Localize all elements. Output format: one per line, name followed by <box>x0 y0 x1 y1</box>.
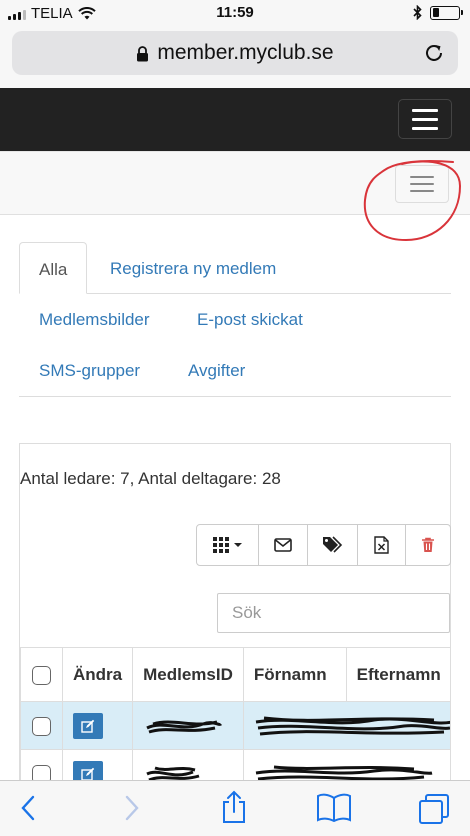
members-table-container[interactable]: Ändra MedlemsID Förnamn Efternamn <box>20 647 450 787</box>
search-input[interactable] <box>217 593 450 633</box>
tab-sms[interactable]: SMS-grupper <box>39 361 140 381</box>
select-all-header <box>20 647 63 702</box>
top-navbar <box>0 88 470 151</box>
delete-button[interactable] <box>406 525 450 565</box>
member-tabs: Alla Registrera ny medlem Medlemsbilder … <box>19 242 451 397</box>
action-toolbar <box>196 524 451 566</box>
columns-icon <box>212 537 242 553</box>
row-select-cell <box>20 701 63 750</box>
back-icon[interactable] <box>18 794 38 822</box>
excel-export-button[interactable] <box>358 525 406 565</box>
tags-icon <box>322 536 342 553</box>
excel-icon <box>374 536 389 554</box>
share-icon[interactable] <box>220 790 248 824</box>
header-andra[interactable]: Ändra <box>61 647 134 702</box>
edit-icon <box>81 767 95 781</box>
status-bar: TELIA 11:59 <box>0 0 470 26</box>
email-button[interactable] <box>259 525 308 565</box>
tags-button[interactable] <box>308 525 358 565</box>
main-menu-toggle[interactable] <box>398 99 452 139</box>
member-counts: Antal ledare: 7, Antal deltagare: 28 <box>20 469 281 488</box>
tab-avgifter[interactable]: Avgifter <box>188 361 245 381</box>
browser-toolbar-bottom <box>0 780 470 836</box>
columns-dropdown-button[interactable] <box>197 525 259 565</box>
table-row[interactable] <box>20 701 450 750</box>
tab-registrera[interactable]: Registrera ny medlem <box>110 259 276 279</box>
tab-alla[interactable]: Alla <box>19 242 88 294</box>
browser-chrome-top: member.myclub.se <box>0 26 470 88</box>
tabs-icon[interactable] <box>418 793 452 825</box>
envelope-icon <box>274 538 292 552</box>
row-checkbox[interactable] <box>32 716 51 736</box>
address-bar[interactable]: member.myclub.se <box>12 31 458 75</box>
tab-medlemsbilder[interactable]: Medlemsbilder <box>39 310 150 330</box>
bookmarks-icon[interactable] <box>316 792 352 822</box>
trash-icon <box>422 537 434 552</box>
redacted-name-cell <box>242 701 450 750</box>
url-text: member.myclub.se <box>157 41 334 64</box>
select-all-checkbox[interactable] <box>32 665 51 685</box>
lock-icon <box>137 46 149 62</box>
redaction-scribble <box>146 720 223 733</box>
reload-icon[interactable] <box>422 41 446 65</box>
tab-divider <box>87 293 451 294</box>
forward-icon[interactable] <box>122 794 142 822</box>
battery-icon <box>430 5 463 20</box>
bluetooth-icon <box>413 5 422 20</box>
header-medlemsid[interactable]: MedlemsID <box>132 647 244 702</box>
header-fornamn[interactable]: Förnamn <box>242 647 347 702</box>
sub-menu-toggle[interactable] <box>395 165 449 203</box>
members-table: Ändra MedlemsID Förnamn Efternamn <box>20 647 450 787</box>
hamburger-icon <box>412 108 438 112</box>
battery-level <box>432 8 439 17</box>
edit-button[interactable] <box>73 712 103 739</box>
tab-epost[interactable]: E-post skickat <box>197 310 303 330</box>
edit-icon <box>81 719 95 733</box>
sub-navbar <box>0 151 470 215</box>
status-right <box>413 5 463 20</box>
edit-cell <box>61 701 134 750</box>
table-header-row: Ändra MedlemsID Förnamn Efternamn <box>20 647 450 702</box>
redaction-scribble <box>255 716 450 735</box>
hamburger-icon <box>410 176 434 178</box>
redacted-id-cell <box>132 701 244 750</box>
clock: 11:59 <box>216 4 254 21</box>
header-efternamn[interactable]: Efternamn <box>345 647 450 702</box>
